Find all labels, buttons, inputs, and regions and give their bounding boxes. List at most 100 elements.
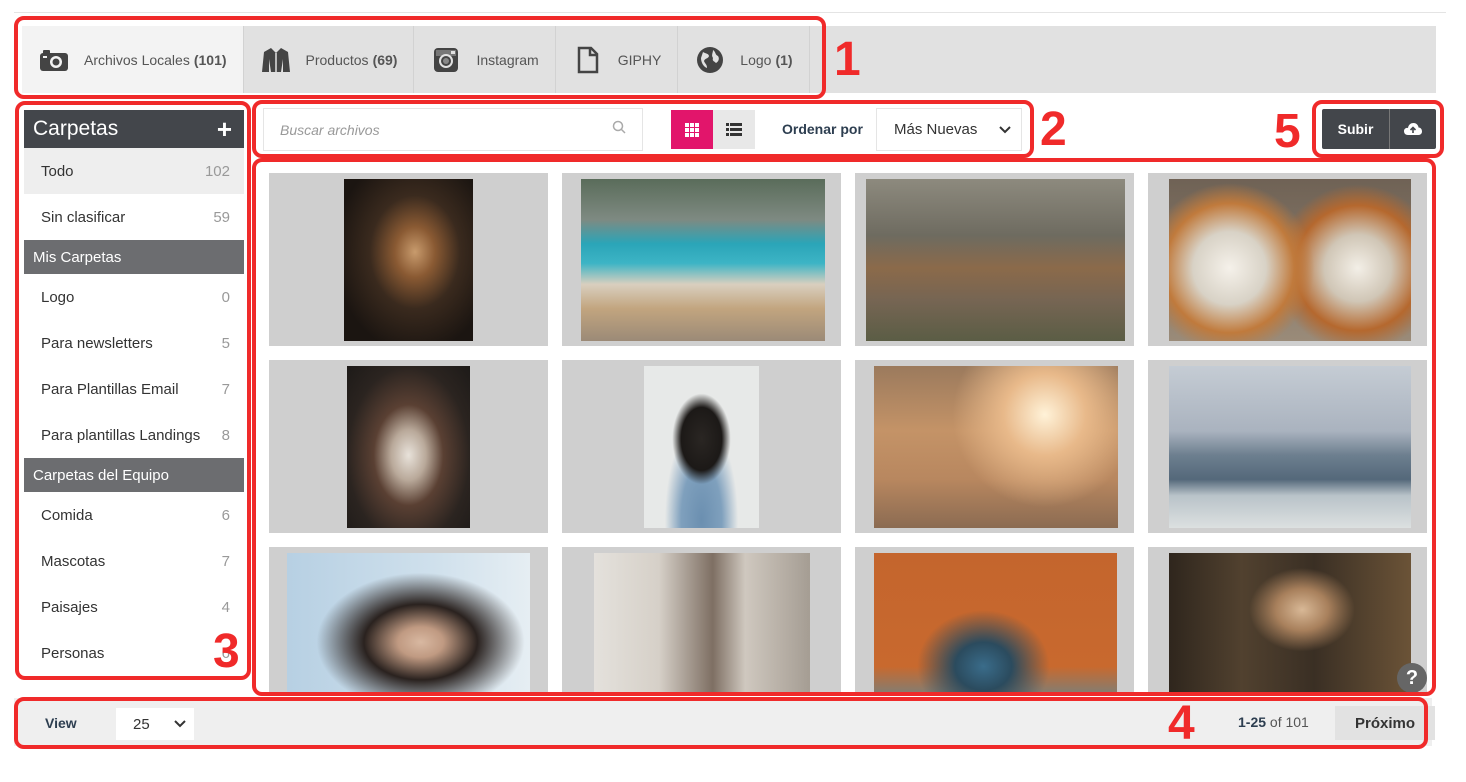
corgi-and-terrier-running-photo <box>874 366 1118 528</box>
tab-count: (101) <box>193 51 227 68</box>
search-icon[interactable] <box>612 120 626 139</box>
gallery-tile[interactable] <box>562 360 841 533</box>
tab-count: (1) <box>775 51 793 68</box>
annotation-number-1: 1 <box>834 33 861 86</box>
folder-label: Para Plantillas Email <box>41 380 179 398</box>
pug-denim-photo <box>644 366 759 528</box>
sidebar-item-paisajes[interactable]: Paisajes 4 <box>24 584 244 630</box>
chevron-down-icon <box>999 125 1011 133</box>
folder-label: Paisajes <box>41 598 98 616</box>
tab-label: GIPHY <box>617 51 662 68</box>
sidebar-item-personas[interactable]: Personas 6 <box>24 630 244 676</box>
sidebar-header: Carpetas + <box>24 110 244 148</box>
list-icon <box>726 122 742 136</box>
sidebar-item-comida[interactable]: Comida 6 <box>24 492 244 538</box>
annotation-number-4: 4 <box>1168 697 1195 750</box>
cloud-upload-icon <box>1404 123 1422 135</box>
jacket-icon <box>260 46 292 74</box>
tab-local-files[interactable]: Archivos Locales (101) <box>22 26 244 93</box>
upload-button[interactable]: Subir <box>1322 109 1390 149</box>
source-tabs: Archivos Locales (101) Productos (69) Inst… <box>22 26 1436 93</box>
image-gallery <box>260 164 1433 694</box>
gallery-tile[interactable] <box>855 360 1134 533</box>
couple-rooftop-city-photo <box>1169 366 1411 528</box>
tab-products[interactable]: Productos (69) <box>243 26 415 93</box>
folder-label: Sin clasificar <box>41 208 126 226</box>
sort-label: Ordenar por <box>782 121 863 137</box>
next-page-button[interactable]: Próximo <box>1335 706 1435 740</box>
tab-label: Productos <box>305 51 369 68</box>
camera-icon <box>38 46 70 74</box>
woman-forest-photo <box>1169 553 1411 694</box>
search-input[interactable] <box>280 121 612 138</box>
folder-count: 7 <box>221 380 230 398</box>
sort-select[interactable]: Más Nuevas <box>876 108 1022 151</box>
folder-count: 102 <box>204 162 230 180</box>
list-view-button[interactable] <box>713 110 755 149</box>
husky-photo <box>347 366 470 528</box>
my-folders-heading: Mis Carpetas <box>24 240 244 274</box>
woman-hair-wind-photo <box>287 553 530 694</box>
gallery-tile[interactable] <box>1148 547 1427 694</box>
folder-count: 0 <box>221 288 230 306</box>
woman-cafe-photo <box>594 553 810 694</box>
page-range: 1-25 of 101 <box>1238 714 1309 730</box>
gallery-tile[interactable] <box>269 547 548 694</box>
sidebar-item-landing-templates[interactable]: Para plantillas Landings 8 <box>24 412 244 458</box>
folder-label: Para plantillas Landings <box>41 426 201 444</box>
three-puppies-photo <box>866 179 1125 341</box>
per-page-select[interactable]: 25 <box>116 708 194 740</box>
pagination-bar: View 25 1-25 of 101 Próximo <box>14 698 1435 746</box>
tab-instagram[interactable]: Instagram <box>414 26 556 93</box>
team-folders-heading: Carpetas del Equipo <box>24 458 244 492</box>
folder-label: Para newsletters <box>41 334 153 352</box>
cloud-upload-button[interactable] <box>1390 109 1436 149</box>
folder-count: 59 <box>213 208 230 226</box>
folder-count: 6 <box>221 506 230 524</box>
media-library-page: Archivos Locales (101) Productos (69) Inst… <box>0 0 1466 782</box>
two-golden-dogs-lake-photo <box>581 179 825 341</box>
sidebar-item-mascotas[interactable]: Mascotas 7 <box>24 538 244 584</box>
add-folder-icon[interactable]: + <box>217 116 232 142</box>
sidebar-title: Carpetas <box>33 117 119 140</box>
tab-count: (69) <box>372 51 398 68</box>
sidebar-item-email-templates[interactable]: Para Plantillas Email 7 <box>24 366 244 412</box>
tab-logo[interactable]: Logo (1) <box>678 26 810 93</box>
grid-icon <box>685 122 699 137</box>
globe-icon <box>694 46 726 74</box>
tab-label: Logo <box>740 51 772 68</box>
man-motorcycle-orange-wall-photo <box>874 553 1117 694</box>
chevron-down-icon <box>174 720 186 728</box>
gallery-tile[interactable] <box>1148 173 1427 346</box>
view-label: View <box>45 715 77 731</box>
grid-view-button[interactable] <box>671 110 713 149</box>
page-range-total: of 101 <box>1266 714 1309 730</box>
folder-label: Comida <box>41 506 93 524</box>
gallery-tile[interactable] <box>562 547 841 694</box>
tab-giphy[interactable]: GIPHY <box>555 26 679 93</box>
sidebar-item-todo[interactable]: Todo 102 <box>24 148 244 194</box>
two-corgis-photo <box>1169 179 1411 341</box>
puppy-yawning-photo <box>344 179 473 341</box>
gallery-tile[interactable] <box>1148 360 1427 533</box>
gallery-tile[interactable] <box>269 173 548 346</box>
tab-label: Archivos Locales <box>84 51 190 68</box>
sidebar-item-unclassified[interactable]: Sin clasificar 59 <box>24 194 244 240</box>
instagram-icon <box>430 46 462 74</box>
gallery-tile[interactable] <box>269 360 548 533</box>
sidebar-item-logo[interactable]: Logo 0 <box>24 274 244 320</box>
folder-label: Todo <box>41 162 74 180</box>
folders-sidebar: Carpetas + Todo 102 Sin clasificar 59 Mi… <box>24 110 244 682</box>
help-button[interactable]: ? <box>1397 663 1427 693</box>
folder-label: Personas <box>41 644 105 662</box>
gallery-tile[interactable] <box>562 173 841 346</box>
upload-button-group: Subir <box>1322 109 1436 149</box>
folder-label: Mascotas <box>41 552 106 570</box>
gallery-tile[interactable] <box>855 547 1134 694</box>
page-range-current: 1-25 <box>1238 714 1267 730</box>
tab-label: Instagram <box>476 51 539 68</box>
sidebar-item-newsletters[interactable]: Para newsletters 5 <box>24 320 244 366</box>
gallery-tile[interactable] <box>855 173 1134 346</box>
top-divider <box>14 12 1446 13</box>
file-icon <box>572 46 604 74</box>
